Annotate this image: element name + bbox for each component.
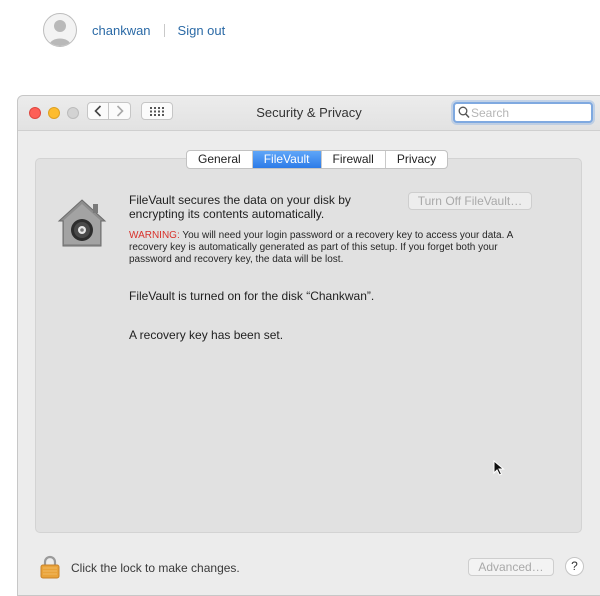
warning-label: WARNING: <box>129 230 180 241</box>
search-field[interactable] <box>453 102 593 123</box>
search-input[interactable] <box>471 105 581 120</box>
tab-firewall[interactable]: Firewall <box>322 151 386 168</box>
security-privacy-window: Security & Privacy General FileVault Fir… <box>17 95 600 596</box>
tab-general[interactable]: General <box>187 151 253 168</box>
tab-filevault[interactable]: FileVault <box>252 151 322 168</box>
padlock-icon[interactable] <box>40 555 60 579</box>
recovery-key-status: A recovery key has been set. <box>129 328 284 342</box>
filevault-warning: WARNING: You will need your login passwo… <box>129 230 524 266</box>
filevault-disk-status: FileVault is turned on for the disk “Cha… <box>129 289 375 303</box>
preference-tabs: General FileVault Firewall Privacy <box>186 150 449 169</box>
house-lock-icon <box>57 199 107 247</box>
username-link[interactable]: chankwan <box>92 23 151 38</box>
advanced-button[interactable]: Advanced… <box>468 558 554 576</box>
turn-off-filevault-button[interactable]: Turn Off FileVault… <box>408 192 532 210</box>
magnifier-icon <box>458 106 470 119</box>
tab-privacy[interactable]: Privacy <box>386 151 447 168</box>
filevault-description: FileVault secures the data on your disk … <box>129 193 351 221</box>
avatar-icon[interactable] <box>43 13 77 47</box>
title-bar[interactable]: Security & Privacy <box>18 96 600 131</box>
lock-instructions: Click the lock to make changes. <box>71 561 240 575</box>
warning-text: You will need your login password or a r… <box>129 230 513 265</box>
help-button[interactable]: ? <box>565 557 584 576</box>
arrow-cursor-icon <box>493 460 505 476</box>
user-bar-divider <box>163 23 165 37</box>
user-bar: chankwan Sign out <box>43 13 225 47</box>
sign-out-link[interactable]: Sign out <box>178 23 226 38</box>
